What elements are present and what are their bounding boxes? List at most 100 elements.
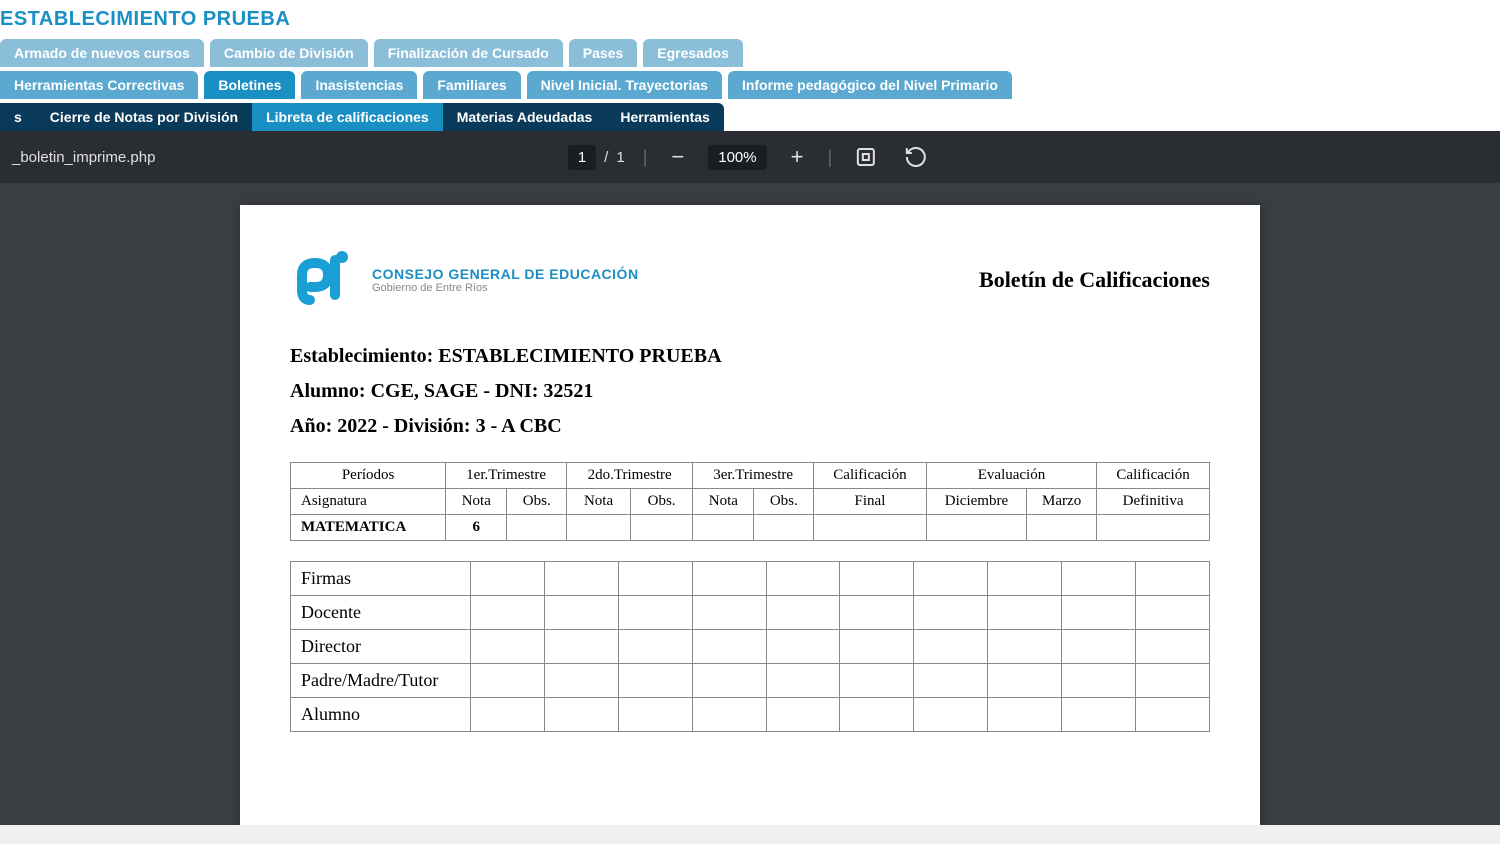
cell-empty (914, 698, 988, 732)
hdr-t2: 2do.Trimestre (567, 463, 693, 489)
cell-empty (1062, 596, 1136, 630)
cell-empty (988, 596, 1062, 630)
subtab-libreta-calificaciones[interactable]: Libreta de calificaciones (252, 103, 443, 131)
cell-empty (840, 630, 914, 664)
cell-empty (914, 596, 988, 630)
hdr-nota: Nota (693, 489, 754, 515)
cell-empty (692, 596, 766, 630)
tab-informe-pedagogico[interactable]: Informe pedagógico del Nivel Primario (728, 71, 1012, 99)
cell-empty (630, 515, 692, 541)
cell-empty (926, 515, 1026, 541)
rotate-icon[interactable] (900, 145, 932, 169)
subtab-cierre-notas[interactable]: Cierre de Notas por División (36, 103, 252, 131)
cell-empty (692, 562, 766, 596)
cell-empty (766, 630, 840, 664)
sig-firmas: Firmas (291, 562, 471, 596)
hdr-obs: Obs. (630, 489, 692, 515)
cell-empty (567, 515, 631, 541)
cell-empty (544, 562, 618, 596)
cell-empty (471, 630, 545, 664)
tab-familiares[interactable]: Familiares (423, 71, 520, 99)
logo-icon (290, 245, 360, 315)
tab-inasistencias[interactable]: Inasistencias (301, 71, 417, 99)
doc-title: Boletín de Calificaciones (979, 267, 1210, 293)
cell-empty (1097, 515, 1210, 541)
cell-empty (1062, 664, 1136, 698)
cell-empty (618, 698, 692, 732)
pdf-toolbar-center: 1 / 1 | − 100% + | (568, 144, 932, 170)
pdf-page-current[interactable]: 1 (568, 145, 596, 170)
cell-empty (471, 596, 545, 630)
cell-empty (1136, 664, 1210, 698)
sig-alumno: Alumno (291, 698, 471, 732)
hdr-calif: Calificación (814, 463, 927, 489)
table-row: Director (291, 630, 1210, 664)
cell-empty (1136, 630, 1210, 664)
cell-empty (766, 596, 840, 630)
cell-empty (692, 698, 766, 732)
cell-empty (1136, 698, 1210, 732)
table-row: Asignatura Nota Obs. Nota Obs. Nota Obs.… (291, 489, 1210, 515)
table-row: Períodos 1er.Trimestre 2do.Trimestre 3er… (291, 463, 1210, 489)
doc-logo-area: CONSEJO GENERAL DE EDUCACIÓN Gobierno de… (290, 245, 639, 315)
cell-empty (507, 515, 567, 541)
cell-empty (544, 630, 618, 664)
cell-empty (618, 630, 692, 664)
tab-cambio-division[interactable]: Cambio de División (210, 39, 368, 67)
hdr-def: Definitiva (1097, 489, 1210, 515)
subtab-materias-adeudadas[interactable]: Materias Adeudadas (443, 103, 607, 131)
toolbar-divider: | (827, 147, 832, 168)
sig-docente: Docente (291, 596, 471, 630)
cell-empty (1062, 630, 1136, 664)
table-row: Padre/Madre/Tutor (291, 664, 1210, 698)
doc-info: Establecimiento: ESTABLECIMIENTO PRUEBA … (290, 345, 1210, 438)
pdf-filename: _boletin_imprime.php (12, 149, 155, 166)
tab-finalizacion-cursado[interactable]: Finalización de Cursado (374, 39, 563, 67)
table-row: Firmas (291, 562, 1210, 596)
tab-nivel-inicial[interactable]: Nivel Inicial. Trayectorias (527, 71, 722, 99)
subtab-herramientas[interactable]: Herramientas (606, 103, 724, 131)
cell-empty (766, 562, 840, 596)
hdr-obs: Obs. (507, 489, 567, 515)
tab-pases[interactable]: Pases (569, 39, 637, 67)
hdr-t3: 3er.Trimestre (693, 463, 814, 489)
cell-empty (692, 630, 766, 664)
zoom-value[interactable]: 100% (708, 145, 766, 170)
cell-empty (618, 664, 692, 698)
cell-empty (988, 562, 1062, 596)
tab-herramientas-correctivas[interactable]: Herramientas Correctivas (0, 71, 198, 99)
cell-subject: MATEMATICA (291, 515, 446, 541)
zoom-in-button[interactable]: + (785, 144, 810, 170)
logo-text: CONSEJO GENERAL DE EDUCACIÓN Gobierno de… (372, 266, 639, 294)
tab-egresados[interactable]: Egresados (643, 39, 743, 67)
pdf-document: CONSEJO GENERAL DE EDUCACIÓN Gobierno de… (240, 205, 1260, 825)
cell-empty (1062, 698, 1136, 732)
hdr-dic: Diciembre (926, 489, 1026, 515)
cell-empty (914, 562, 988, 596)
cell-empty (544, 596, 618, 630)
tabs-row-1: Armado de nuevos cursos Cambio de Divisi… (0, 39, 1500, 71)
cell-t1-nota: 6 (446, 515, 507, 541)
cell-empty (1027, 515, 1097, 541)
subtab-partial-left[interactable]: s (0, 103, 36, 131)
cell-empty (840, 698, 914, 732)
pdf-page-sep: / (600, 149, 612, 166)
doc-year-division: Año: 2022 - División: 3 - A CBC (290, 415, 1210, 438)
cell-empty (1062, 562, 1136, 596)
fit-page-icon[interactable] (850, 145, 882, 169)
hdr-t1: 1er.Trimestre (446, 463, 567, 489)
cell-empty (840, 562, 914, 596)
table-row: Docente (291, 596, 1210, 630)
tab-boletines[interactable]: Boletines (204, 71, 295, 99)
cell-empty (1136, 562, 1210, 596)
cell-empty (692, 664, 766, 698)
cell-empty (766, 664, 840, 698)
signatures-table: Firmas Docente Director Padre/Madre/Tuto… (290, 561, 1210, 732)
tabs-row-3: s Cierre de Notas por División Libreta d… (0, 103, 1500, 131)
zoom-out-button[interactable]: − (665, 144, 690, 170)
cell-empty (471, 664, 545, 698)
hdr-calif2: Calificación (1097, 463, 1210, 489)
tab-armado-cursos[interactable]: Armado de nuevos cursos (0, 39, 204, 67)
toolbar-divider: | (643, 147, 648, 168)
cell-empty (544, 698, 618, 732)
